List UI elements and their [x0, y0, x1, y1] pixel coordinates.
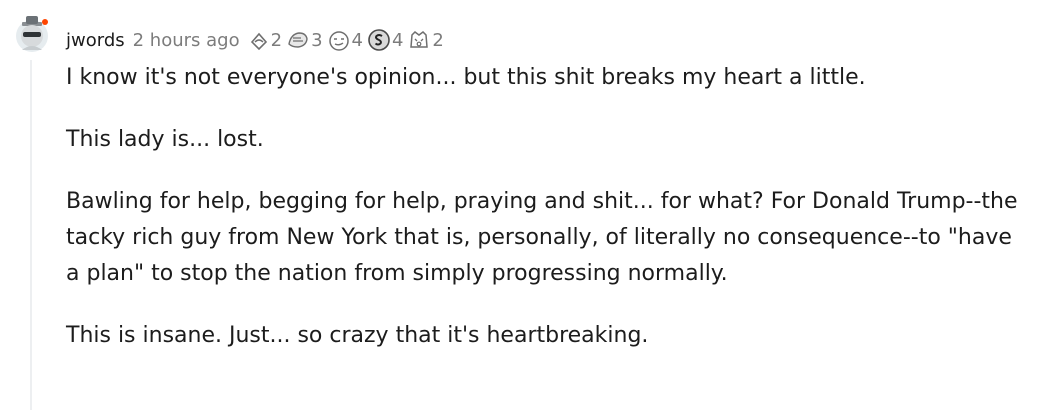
- coin-s-award-icon: [368, 29, 390, 51]
- wholesome-seal-award-icon: [288, 32, 308, 48]
- award-count: 2: [432, 29, 444, 51]
- comment-body: I know it's not everyone's opinion... bu…: [66, 60, 1026, 380]
- thread-line[interactable]: [30, 60, 32, 410]
- award-3[interactable]: 4: [327, 29, 363, 51]
- award-count: 4: [391, 29, 404, 51]
- award-4[interactable]: 4: [367, 28, 403, 52]
- comment-paragraph: This lady is... lost.: [66, 127, 264, 152]
- comment-header: jwords 2 hours ago 2 3 4 4 2: [66, 26, 448, 54]
- comment-paragraph: This is insane. Just... so crazy that it…: [66, 323, 649, 348]
- award-2[interactable]: 3: [286, 29, 323, 51]
- award-count: 3: [311, 29, 323, 51]
- award-1[interactable]: 2: [248, 29, 282, 51]
- heart-hands-award-icon: [250, 32, 267, 51]
- surprised-face-award-icon: [410, 31, 429, 48]
- facepalm-award-icon: [328, 31, 349, 51]
- comment-paragraph: Bawling for help, begging for help, pray…: [66, 189, 1018, 286]
- award-count: 2: [270, 29, 283, 51]
- award-5[interactable]: 2: [407, 29, 444, 51]
- award-count: 4: [351, 29, 363, 51]
- comment-paragraph: I know it's not everyone's opinion... bu…: [66, 65, 866, 90]
- user-avatar[interactable]: [12, 14, 52, 54]
- username-link[interactable]: jwords: [66, 30, 125, 51]
- timestamp[interactable]: 2 hours ago: [133, 30, 240, 51]
- comment: jwords 2 hours ago 2 3 4 4 2 I know it's…: [0, 0, 1050, 410]
